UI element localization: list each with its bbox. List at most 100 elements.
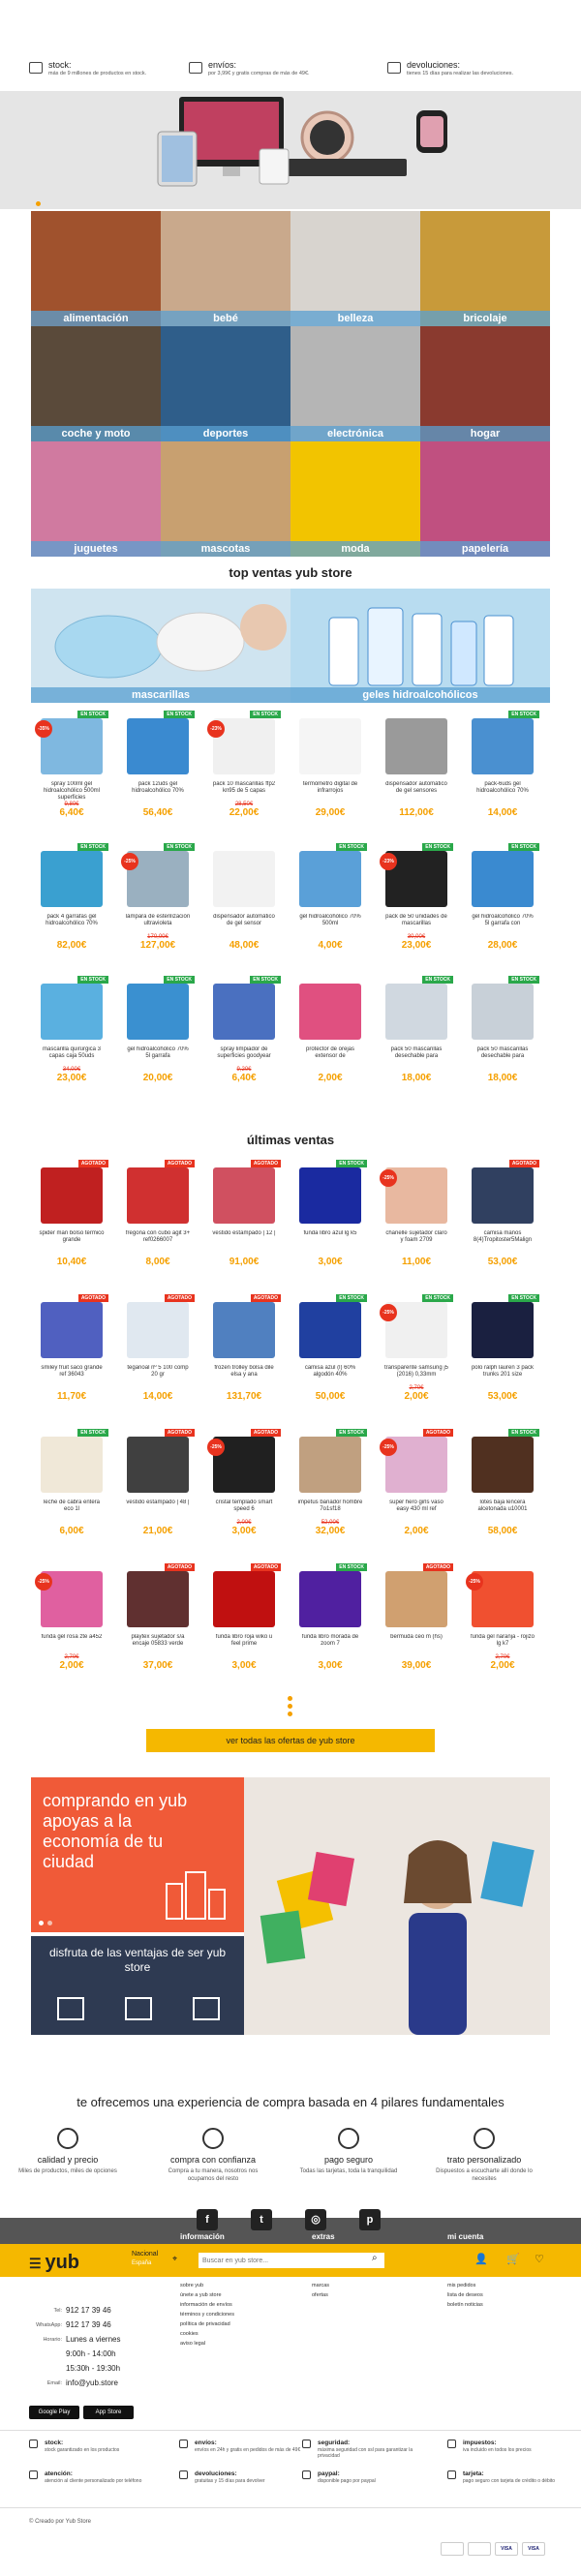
product-card[interactable]: AGOTADO -25% cristal templado smart speed … [205,1427,283,1541]
product-name[interactable]: gel hidroalcohólico 70% 5l garrafa [125,1046,191,1067]
user-icon[interactable]: 👤 [474,2253,488,2265]
menu-icon[interactable]: ☰ [29,2256,45,2271]
product-name[interactable]: dispensador automático de gel sensor [211,914,277,934]
category-tile[interactable]: electrónica [290,326,420,441]
product-name[interactable]: pack 10 mascarillas ffp2 kn95 de 5 capas [211,781,277,802]
product-card[interactable]: dispensador automático de gel sensor 48,0… [205,841,283,955]
app-store-badge[interactable]: App Store [83,2406,134,2419]
product-name[interactable]: spray limpiador de superficies goodyear [211,1046,277,1067]
product-name[interactable]: pack de 50 unidades de mascarillas [383,914,449,934]
category-tile[interactable]: juguetes [31,441,161,557]
product-card[interactable]: EN STOCK polo ralph lauren 3 pack trunks … [464,1292,541,1407]
product-name[interactable]: termómetro digital de infrarrojos [297,781,363,802]
product-name[interactable]: gel hidroalcohólico 70% 5l garrafa con [470,914,535,934]
product-card[interactable]: AGOTADO spider man bolso térmico grande 10… [33,1158,110,1272]
footer-link[interactable]: boletín noticias [447,2302,483,2308]
product-name[interactable]: transparente samsung j5 (2016) 0,33mm [383,1365,449,1385]
product-image[interactable] [299,1571,361,1627]
product-image[interactable] [127,1571,189,1627]
footer-link[interactable]: únete a yub store [180,2292,222,2298]
product-card[interactable]: AGOTADO teganoal nº 5 100 comp 20 gr 14,00… [119,1292,197,1407]
all-offers-button[interactable]: ver todas las ofertas de yub store [146,1729,435,1752]
product-card[interactable]: EN STOCK funda libro morada de zoom 7 3,00… [291,1561,369,1676]
hero-banner[interactable] [0,91,581,209]
product-card[interactable]: EN STOCK camisa azul (l) 60% algodón 40% 5… [291,1292,369,1407]
product-card[interactable]: EN STOCK funda libro azul lg k5 3,00€ [291,1158,369,1272]
product-card[interactable]: EN STOCK pack 4 garrafas gel hidroalcohól… [33,841,110,955]
product-image[interactable] [385,984,447,1040]
promo-shopping-woman[interactable] [244,1777,550,2035]
product-card[interactable]: EN STOCK pack 50 mascarillas desechable p… [378,974,455,1088]
product-image[interactable] [127,984,189,1040]
product-name[interactable]: leche de cabra entera eco 1l [39,1500,105,1520]
product-name[interactable]: pack 50 mascarillas desechable para [470,1046,535,1067]
product-name[interactable]: pack-6uds gel hidroalcohólico 70% [470,781,535,802]
product-card[interactable]: EN STOCK lotes baja lencera alcetonada u1… [464,1427,541,1541]
product-name[interactable]: chanelle sujetador claro y foam 2709 [383,1230,449,1251]
product-image[interactable] [213,984,275,1040]
product-card[interactable]: EN STOCK spray limpiador de superficies g… [205,974,283,1088]
product-image[interactable] [127,1437,189,1493]
footer-link[interactable]: términos y condiciones [180,2312,234,2318]
product-card[interactable]: EN STOCK -23% pack de 50 unidades de masca… [378,841,455,955]
product-card[interactable]: -25% chanelle sujetador claro y foam 2709… [378,1158,455,1272]
product-image[interactable] [299,1167,361,1224]
product-image[interactable] [41,1302,103,1358]
product-card[interactable]: AGOTADO frozen trolley bolsa dile elsa y … [205,1292,283,1407]
category-tile[interactable]: belleza [290,211,420,326]
product-image[interactable] [213,851,275,907]
product-image[interactable] [213,1571,275,1627]
location-pin-icon[interactable]: ⌖ [172,2254,177,2264]
footer-link[interactable]: lista de deseos [447,2292,483,2298]
search-input[interactable] [199,2253,384,2268]
product-name[interactable]: frozen trolley bolsa dile elsa y ana [211,1365,277,1385]
google-play-badge[interactable]: Google Play [29,2406,79,2419]
product-image[interactable] [472,851,534,907]
product-image[interactable] [299,718,361,774]
product-image[interactable] [41,851,103,907]
product-image[interactable] [41,1167,103,1224]
heart-icon[interactable]: ♡ [535,2253,544,2265]
banner-gels[interactable]: geles hidroalcohólicos [290,589,550,703]
footer-link[interactable]: cookies [180,2331,199,2337]
product-card[interactable]: -25% funda gel rosa zte a452 2,70€ 2,00€ [33,1561,110,1676]
product-name[interactable]: fregona con cubo agit 3+ ref0266007 [125,1230,191,1251]
product-card[interactable]: EN STOCK pack-6uds gel hidroalcohólico 70… [464,709,541,823]
product-name[interactable]: cristal templado smart speed 6 [211,1500,277,1520]
product-name[interactable]: teganoal nº 5 100 comp 20 gr [125,1365,191,1385]
category-tile[interactable]: deportes [161,326,290,441]
category-tile[interactable]: bebé [161,211,290,326]
product-name[interactable]: dispensador automático de gel sensores [383,781,449,802]
product-card[interactable]: termómetro digital de infrarrojos 29,00€ [291,709,369,823]
product-name[interactable]: pack 50 mascarillas desechable para [383,1046,449,1067]
cart-icon[interactable]: 🛒 [506,2253,520,2265]
product-image[interactable] [41,1437,103,1493]
product-card[interactable]: AGOTADO -25% super hero girls vaso easy 43… [378,1427,455,1541]
product-card[interactable]: EN STOCK mascarilla quirúrgica 3 capas ca… [33,974,110,1088]
product-name[interactable]: lámpara de esterilización ultravioleta [125,914,191,934]
product-name[interactable]: pack 12uds gel hidroalcohólico 70% [125,781,191,802]
product-name[interactable]: vestido estampado | 48 | [125,1500,191,1520]
contact-value[interactable]: 912 17 39 46 [66,2320,111,2329]
product-card[interactable]: EN STOCK gel hidroalcohólico 70% 500ml 4,0… [291,841,369,955]
product-image[interactable] [472,1302,534,1358]
product-card[interactable]: AGOTADO camisa manos 8(4)Tropitoster5Mali… [464,1158,541,1272]
product-name[interactable]: polo ralph lauren 3 pack trunks 201 size [470,1365,535,1385]
category-tile[interactable]: alimentación [31,211,161,326]
logo[interactable]: ☰ yub [29,2252,79,2274]
product-name[interactable]: funda libro morada de zoom 7 [297,1634,363,1654]
product-image[interactable] [41,984,103,1040]
product-card[interactable]: AGOTADO fregona con cubo agit 3+ ref02660… [119,1158,197,1272]
product-name[interactable]: super hero girls vaso easy 430 ml ref [383,1500,449,1520]
location-label[interactable]: Nacional [132,2251,158,2258]
product-card[interactable]: AGOTADO smiley fruit saco grande ref 3604… [33,1292,110,1407]
product-card[interactable]: dispensador automático de gel sensores 11… [378,709,455,823]
product-card[interactable]: EN STOCK -25% lámpara de esterilización ul… [119,841,197,955]
product-name[interactable]: mascarilla quirúrgica 3 capas caja 50uds [39,1046,105,1067]
product-card[interactable]: EN STOCK -25% transparente samsung j5 (201… [378,1292,455,1407]
product-name[interactable]: camisa manos 8(4)Tropitoster5Malign [470,1230,535,1251]
product-name[interactable]: smiley fruit saco grande ref 36043 [39,1365,105,1385]
product-name[interactable]: spray 100ml gel hidroalcohólico 500ml su… [39,781,105,802]
product-name[interactable]: funda libro roja wiko u feel prime [211,1634,277,1654]
product-image[interactable] [472,718,534,774]
